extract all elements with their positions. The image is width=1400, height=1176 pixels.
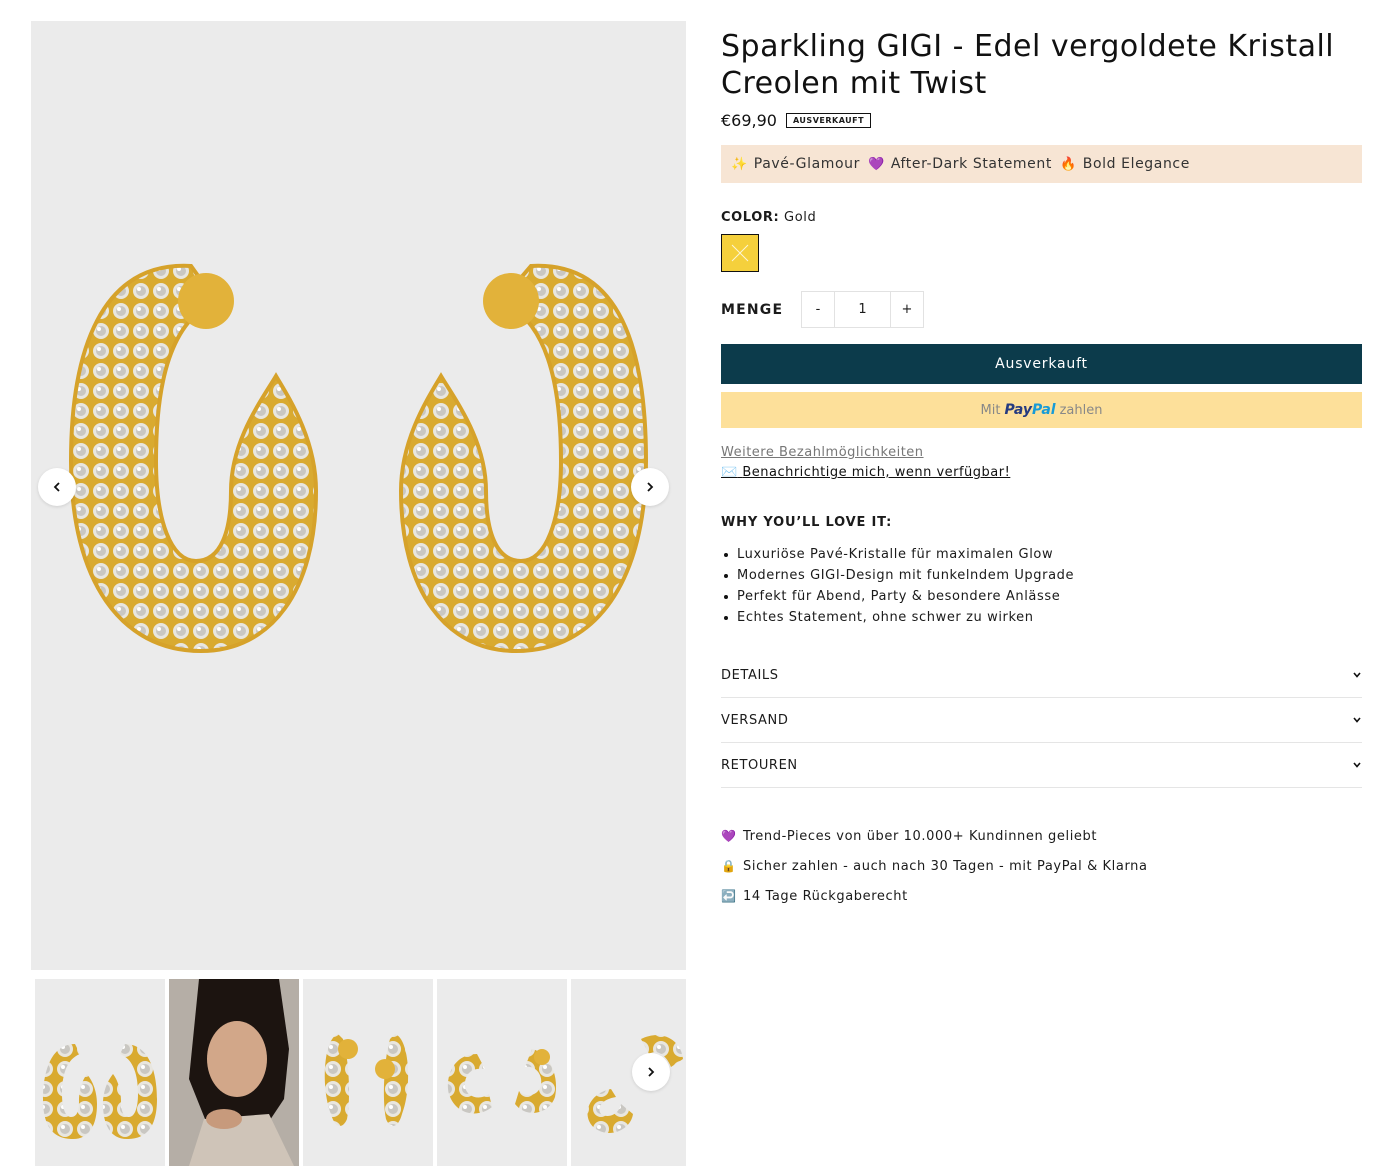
promo-text-3: Bold Elegance — [1082, 156, 1190, 172]
why-heading: WHY YOU’LL LOVE IT: — [721, 515, 893, 530]
color-selector-label: COLOR: Gold — [721, 210, 1362, 225]
envelope-icon: ✉️ — [721, 465, 738, 480]
trust-list: 💜 Trend-Pieces von über 10.000+ Kundinnen… — [721, 821, 1362, 911]
more-payment-options-link[interactable]: Weitere Bezahlmöglichkeiten — [721, 445, 1362, 460]
accordion-retouren[interactable]: RETOUREN — [721, 743, 1362, 788]
promo-text-2: After-Dark Statement — [890, 156, 1052, 172]
notify-me-label: Benachrichtige mich, wenn verfügbar! — [742, 465, 1011, 480]
accordion: DETAILS VERSAND RETOUREN — [721, 653, 1362, 788]
paypal-button[interactable]: Mit PayPal zahlen — [721, 392, 1362, 428]
quantity-label: MENGE — [721, 301, 784, 318]
sold-out-badge: AUSVERKAUFT — [785, 113, 872, 128]
accordion-versand[interactable]: VERSAND — [721, 698, 1362, 743]
chevron-down-icon — [1353, 672, 1361, 678]
trust-text: Trend-Pieces von über 10.000+ Kundinnen … — [743, 828, 1098, 844]
list-item: Echtes Statement, ohne schwer zu wirken — [721, 607, 1362, 628]
gallery-prev-button[interactable] — [38, 468, 76, 506]
sold-out-cross-icon — [731, 244, 749, 262]
heart-icon: 💜 — [721, 829, 737, 843]
feature-list: Luxuriöse Pavé-Kristalle für maximalen G… — [721, 544, 1362, 628]
quantity-row: MENGE - 1 + — [721, 291, 1362, 328]
notify-me-link[interactable]: ✉️ Benachrichtige mich, wenn verfügbar! — [721, 465, 1362, 480]
thumbnail-4[interactable] — [437, 979, 567, 1166]
product-title: Sparkling GIGI - Edel vergoldete Kristal… — [721, 29, 1335, 101]
earrings-image — [68, 263, 649, 654]
heart-icon: 💜 — [868, 156, 885, 172]
thumbnail-1[interactable] — [35, 979, 165, 1166]
list-item: Modernes GIGI-Design mit funkelndem Upgr… — [721, 565, 1362, 586]
quantity-minus-button[interactable]: - — [802, 292, 834, 327]
fire-icon: 🔥 — [1059, 156, 1077, 172]
list-item: Perfekt für Abend, Party & besondere Anl… — [721, 586, 1362, 607]
chevron-down-icon — [1353, 762, 1361, 768]
return-icon: ↩️ — [721, 889, 737, 903]
product-main-image[interactable] — [31, 21, 686, 970]
promo-banner: ✨ Pavé-Glamour 💜 After-Dark Statement 🔥 … — [721, 145, 1362, 183]
sparkles-icon: ✨ — [731, 156, 748, 172]
list-item: Luxuriöse Pavé-Kristalle für maximalen G… — [721, 544, 1362, 565]
sold-out-button[interactable]: Ausverkauft — [721, 344, 1362, 384]
paypal-logo-pal: Pal — [1031, 402, 1056, 418]
accordion-label: VERSAND — [721, 712, 789, 728]
trust-item: 💜 Trend-Pieces von über 10.000+ Kundinnen… — [721, 821, 1362, 851]
trust-item: ↩️ 14 Tage Rückgaberecht — [721, 881, 1362, 911]
quantity-input[interactable]: 1 — [834, 292, 891, 327]
trust-text: 14 Tage Rückgaberecht — [743, 888, 908, 904]
trust-item: 🔒 Sicher zahlen - auch nach 30 Tagen - mi… — [721, 851, 1362, 881]
price-row: €69,90 AUSVERKAUFT — [721, 111, 1362, 130]
chevron-right-icon — [648, 1067, 655, 1077]
quantity-stepper: - 1 + — [801, 291, 924, 328]
chevron-down-icon — [1353, 717, 1361, 723]
color-label: COLOR: — [721, 210, 780, 225]
color-swatch-gold[interactable] — [721, 234, 759, 272]
lock-icon: 🔒 — [721, 859, 737, 873]
accordion-label: DETAILS — [721, 667, 779, 683]
quantity-plus-button[interactable]: + — [891, 292, 923, 327]
trust-text: Sicher zahlen - auch nach 30 Tagen - mit… — [743, 858, 1148, 874]
thumbnail-3[interactable] — [303, 979, 433, 1166]
accordion-details[interactable]: DETAILS — [721, 653, 1362, 698]
gallery-next-button[interactable] — [631, 468, 669, 506]
paypal-logo-pay: Pay — [1004, 402, 1032, 418]
chevron-left-icon — [53, 482, 60, 492]
chevron-right-icon — [647, 482, 654, 492]
color-value: Gold — [784, 210, 817, 225]
paypal-suffix: zahlen — [1059, 402, 1103, 418]
product-info: Sparkling GIGI - Edel vergoldete Kristal… — [721, 28, 1362, 911]
accordion-label: RETOUREN — [721, 757, 798, 773]
thumbnail-strip — [35, 979, 686, 1166]
thumbnail-next-button[interactable] — [632, 1053, 670, 1091]
paypal-prefix: Mit — [980, 402, 1001, 418]
product-price: €69,90 — [721, 111, 777, 130]
paypal-logo: PayPal — [1004, 402, 1055, 418]
promo-text-1: Pavé-Glamour — [753, 156, 861, 172]
thumbnail-2-model[interactable] — [169, 979, 299, 1166]
